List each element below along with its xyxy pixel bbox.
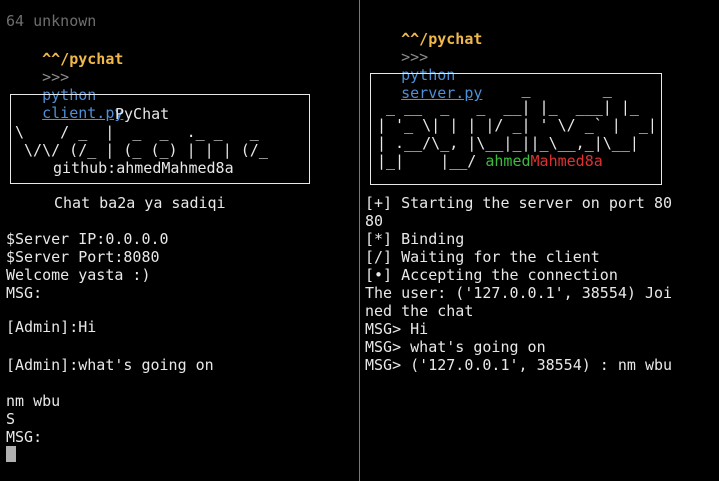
server-terminal-pane[interactable]: ^^/pychat >>> python server.py _ _ _ __ … xyxy=(361,0,719,481)
banner-art-line: \/\/ (/_ | (_ (_) | | | (/_ xyxy=(15,141,268,159)
prompt-directory: ^^/pychat xyxy=(401,30,483,48)
banner-github-line: |_| |__/ ahmedMahmed8a xyxy=(377,152,603,170)
output-line: MSG: xyxy=(6,284,43,302)
banner-art-line: \ / _ | _ _ ._ _ _ xyxy=(15,123,259,141)
banner-art-prefix: |_| |__/ xyxy=(377,152,486,170)
output-line: nm wbu xyxy=(6,392,61,410)
client-terminal-pane[interactable]: 64 unknown ^^/pychat >>> python client.p… xyxy=(0,0,358,481)
output-line: $Server IP:0.0.0.0 xyxy=(6,230,169,248)
output-line: [/] Waiting for the client xyxy=(365,248,600,266)
pane-divider[interactable] xyxy=(359,0,360,481)
server-banner: _ _ _ __ _ _ __| |_ ___| |_ | '_ \| | | … xyxy=(370,73,662,185)
banner-art-line: _ _ xyxy=(377,80,612,98)
status-line: 64 unknown xyxy=(6,12,97,30)
banner-art-line: _ __ _ _ __| |_ ___| |_ xyxy=(377,98,639,116)
output-line: MSG> ('127.0.0.1', 38554) : nm wbu xyxy=(365,356,673,374)
output-line: $Server Port:8080 xyxy=(6,248,160,266)
output-line: Chat ba2a ya sadiqi xyxy=(54,194,226,212)
output-line: [*] Binding xyxy=(365,230,465,248)
client-banner: PyChat \ / _ | _ _ ._ _ _ \/\/ (/_ | (_ … xyxy=(10,94,310,184)
output-line: ned the chat xyxy=(365,302,474,320)
banner-github: github:ahmedMahmed8a xyxy=(53,159,234,177)
output-line: MSG> Hi xyxy=(365,320,429,338)
banner-art-line: | .__/\_, |\__|_||_\__,_|\__| xyxy=(377,134,639,152)
output-line: 80 xyxy=(365,212,384,230)
output-line: [Admin]:Hi xyxy=(6,318,97,336)
output-line: MSG> what's going on xyxy=(365,338,546,356)
output-line: [•] Accepting the connection xyxy=(365,266,618,284)
output-line: [+] Starting the server on port 80 xyxy=(365,194,673,212)
output-line: MSG: xyxy=(6,428,43,446)
banner-github-part: ahmed xyxy=(485,152,531,170)
banner-art-line: | '_ \| | | |/ _| ' \/ _` | _| xyxy=(377,116,657,134)
prompt-arrow: >>> xyxy=(42,68,70,86)
prompt-directory: ^^/pychat xyxy=(42,50,124,68)
output-line: S xyxy=(6,410,16,428)
banner-title: PyChat xyxy=(115,105,170,123)
output-line: Welcome yasta :) xyxy=(6,266,151,284)
output-line: [Admin]:what's going on xyxy=(6,356,214,374)
output-line: The user: ('127.0.0.1', 38554) Joi xyxy=(365,284,673,302)
prompt-arrow: >>> xyxy=(401,48,429,66)
text-cursor[interactable] xyxy=(6,446,16,462)
banner-github-part: Mahmed8a xyxy=(530,152,603,170)
